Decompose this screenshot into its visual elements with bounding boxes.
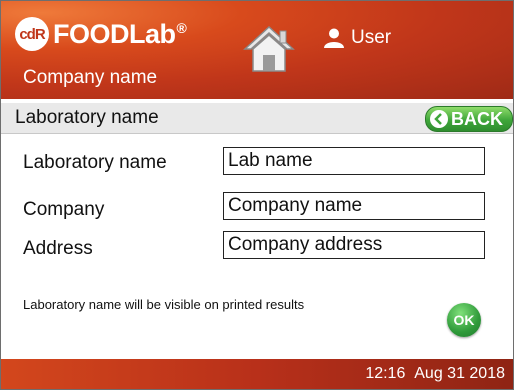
- back-label: BACK: [451, 108, 503, 129]
- back-button[interactable]: BACK: [425, 106, 513, 132]
- cdr-badge: cdR: [15, 17, 49, 51]
- page-title: Laboratory name: [15, 107, 159, 128]
- clock-date: Aug 31 2018: [414, 365, 505, 382]
- brand-registered-mark: ®: [176, 19, 187, 36]
- clock-time: 12:16: [365, 365, 406, 382]
- address-label: Address: [23, 238, 93, 259]
- company-label: Company: [23, 199, 105, 220]
- header: cdR FOODLab® Company name User: [1, 1, 513, 99]
- ok-button[interactable]: OK: [447, 303, 481, 337]
- user-icon: [324, 28, 344, 48]
- company-input[interactable]: Company name: [223, 192, 485, 220]
- brand-name-text: FOODLab: [53, 18, 176, 49]
- screen: cdR FOODLab® Company name User Laborator…: [0, 0, 514, 390]
- title-bar: Laboratory name BACK: [1, 103, 513, 134]
- status-bar: 12:16 Aug 31 2018: [1, 359, 513, 389]
- hint-text: Laboratory name will be visible on print…: [23, 297, 305, 312]
- company-name-header: Company name: [23, 67, 158, 88]
- user-area[interactable]: User: [323, 27, 391, 49]
- clock: 12:16 Aug 31 2018: [365, 365, 505, 383]
- laboratory-name-label: Laboratory name: [23, 152, 167, 173]
- home-icon: [243, 25, 295, 72]
- address-input[interactable]: Company address: [223, 231, 485, 259]
- brand-name: FOODLab®: [53, 18, 187, 50]
- user-label: User: [351, 27, 392, 48]
- laboratory-name-input[interactable]: Lab name: [223, 147, 485, 175]
- home-button[interactable]: [241, 23, 297, 75]
- brand-logo: cdR FOODLab®: [15, 17, 187, 51]
- back-arrow-icon: [430, 110, 448, 128]
